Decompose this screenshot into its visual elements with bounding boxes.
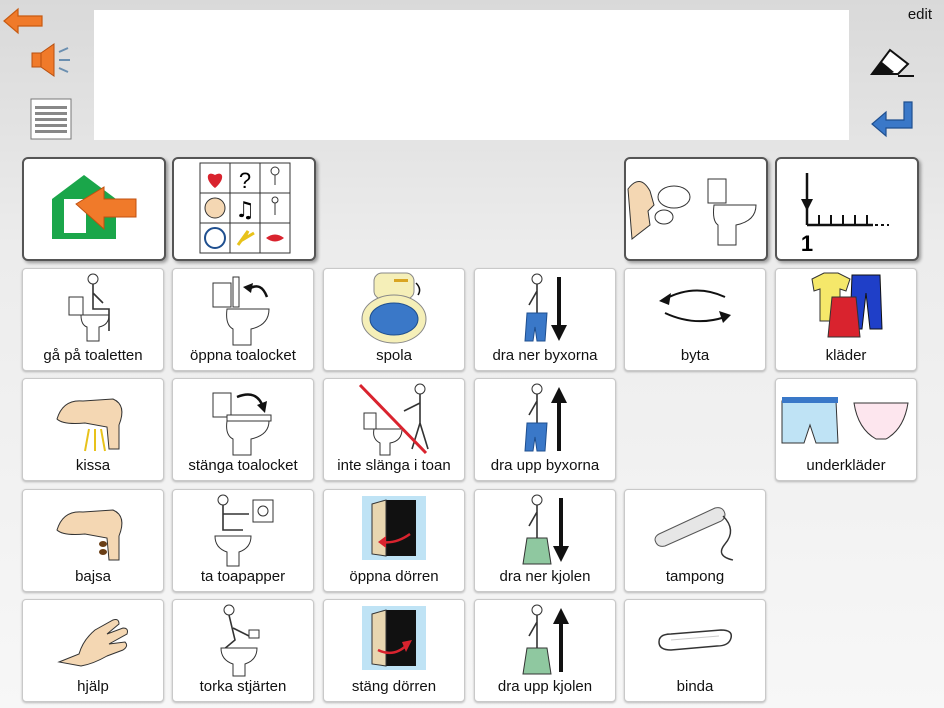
tampon-label: tampong	[665, 568, 725, 585]
flush-button[interactable]: spola	[323, 268, 465, 371]
open-door-label: öppna dörren	[349, 568, 439, 585]
skirt-up-label: dra upp kjolen	[497, 678, 593, 695]
clothes-icon	[776, 269, 916, 347]
close-door-label: stäng dörren	[351, 678, 437, 695]
swap-button[interactable]: byta	[624, 268, 766, 371]
home-folder-button[interactable]	[22, 157, 166, 261]
close-lid-icon	[173, 379, 313, 457]
close-lid-button[interactable]: stänga toalocket	[172, 378, 314, 481]
poo-label: bajsa	[75, 568, 111, 585]
close-door-icon	[324, 600, 464, 678]
sit-toilet-icon	[23, 269, 163, 347]
wipe-label: torka stjärten	[199, 678, 287, 695]
home-arrow-icon	[24, 159, 164, 259]
pants-down-icon	[475, 269, 615, 347]
no-throw-icon	[324, 379, 464, 457]
open-door-icon	[324, 490, 464, 568]
open-lid-button[interactable]: öppna toalocket	[172, 268, 314, 371]
edit-button[interactable]: edit	[908, 6, 932, 23]
pee-label: kissa	[75, 457, 111, 474]
pee-icon	[23, 379, 163, 457]
swap-arrows-icon	[625, 269, 765, 347]
pants-up-button[interactable]: dra upp byxorna	[474, 378, 616, 481]
scale-number: 1	[801, 231, 813, 256]
flush-icon	[324, 269, 464, 347]
underwear-icon	[776, 379, 916, 457]
pants-up-label: dra upp byxorna	[490, 457, 600, 474]
pants-up-icon	[475, 379, 615, 457]
symbol-grid-icon: ? ♫	[174, 159, 314, 259]
back-arrow-icon[interactable]	[2, 6, 44, 36]
sit-toilet-button[interactable]: gå på toaletten	[22, 268, 164, 371]
swap-label: byta	[680, 347, 710, 364]
underwear-button[interactable]: underkläder	[775, 378, 917, 481]
no-throw-label: inte slänga i toan	[337, 457, 451, 474]
open-lid-label: öppna toalocket	[190, 347, 296, 364]
eraser-icon[interactable]	[868, 40, 916, 80]
pad-button[interactable]: binda	[624, 599, 766, 702]
talk-toilet-icon	[626, 159, 766, 259]
poo-button[interactable]: bajsa	[22, 489, 164, 592]
talk-toilet-folder-button[interactable]	[624, 157, 768, 261]
clothes-button[interactable]: kläder	[775, 268, 917, 371]
wipe-button[interactable]: torka stjärten	[172, 599, 314, 702]
svg-text:♫: ♫	[235, 198, 255, 223]
flush-label: spola	[376, 347, 412, 364]
no-throw-button[interactable]: inte slänga i toan	[323, 378, 465, 481]
skirt-down-button[interactable]: dra ner kjolen	[474, 489, 616, 592]
number-scale-icon: 1	[777, 159, 917, 259]
pants-down-label: dra ner byxorna	[492, 347, 598, 364]
poo-icon	[23, 490, 163, 568]
pee-button[interactable]: kissa	[22, 378, 164, 481]
speaker-icon[interactable]	[28, 40, 76, 80]
skirt-up-button[interactable]: dra upp kjolen	[474, 599, 616, 702]
help-button[interactable]: hjälp	[22, 599, 164, 702]
number-scale-folder-button[interactable]: 1	[775, 157, 919, 261]
close-lid-label: stänga toalocket	[188, 457, 298, 474]
toilet-paper-icon	[173, 490, 313, 568]
skirt-down-icon	[475, 490, 615, 568]
toilet-paper-button[interactable]: ta toapapper	[172, 489, 314, 592]
pants-down-button[interactable]: dra ner byxorna	[474, 268, 616, 371]
open-door-button[interactable]: öppna dörren	[323, 489, 465, 592]
clothes-label: kläder	[825, 347, 867, 364]
enter-icon[interactable]	[868, 100, 916, 140]
pad-label: binda	[676, 678, 714, 695]
open-lid-icon	[173, 269, 313, 347]
wipe-icon	[173, 600, 313, 678]
skirt-down-label: dra ner kjolen	[499, 568, 591, 585]
pad-icon	[625, 600, 765, 678]
tampon-button[interactable]: tampong	[624, 489, 766, 592]
keyboard-icon[interactable]	[30, 98, 72, 140]
sit-toilet-label: gå på toaletten	[43, 347, 143, 364]
toilet-paper-label: ta toapapper	[200, 568, 286, 585]
message-display[interactable]	[94, 10, 849, 140]
close-door-button[interactable]: stäng dörren	[323, 599, 465, 702]
tampon-icon	[625, 490, 765, 568]
symbol-grid-folder-button[interactable]: ? ♫	[172, 157, 316, 261]
hand-icon	[23, 600, 163, 678]
skirt-up-icon	[475, 600, 615, 678]
help-label: hjälp	[77, 678, 109, 695]
svg-text:?: ?	[239, 168, 251, 193]
underwear-label: underkläder	[806, 457, 886, 474]
